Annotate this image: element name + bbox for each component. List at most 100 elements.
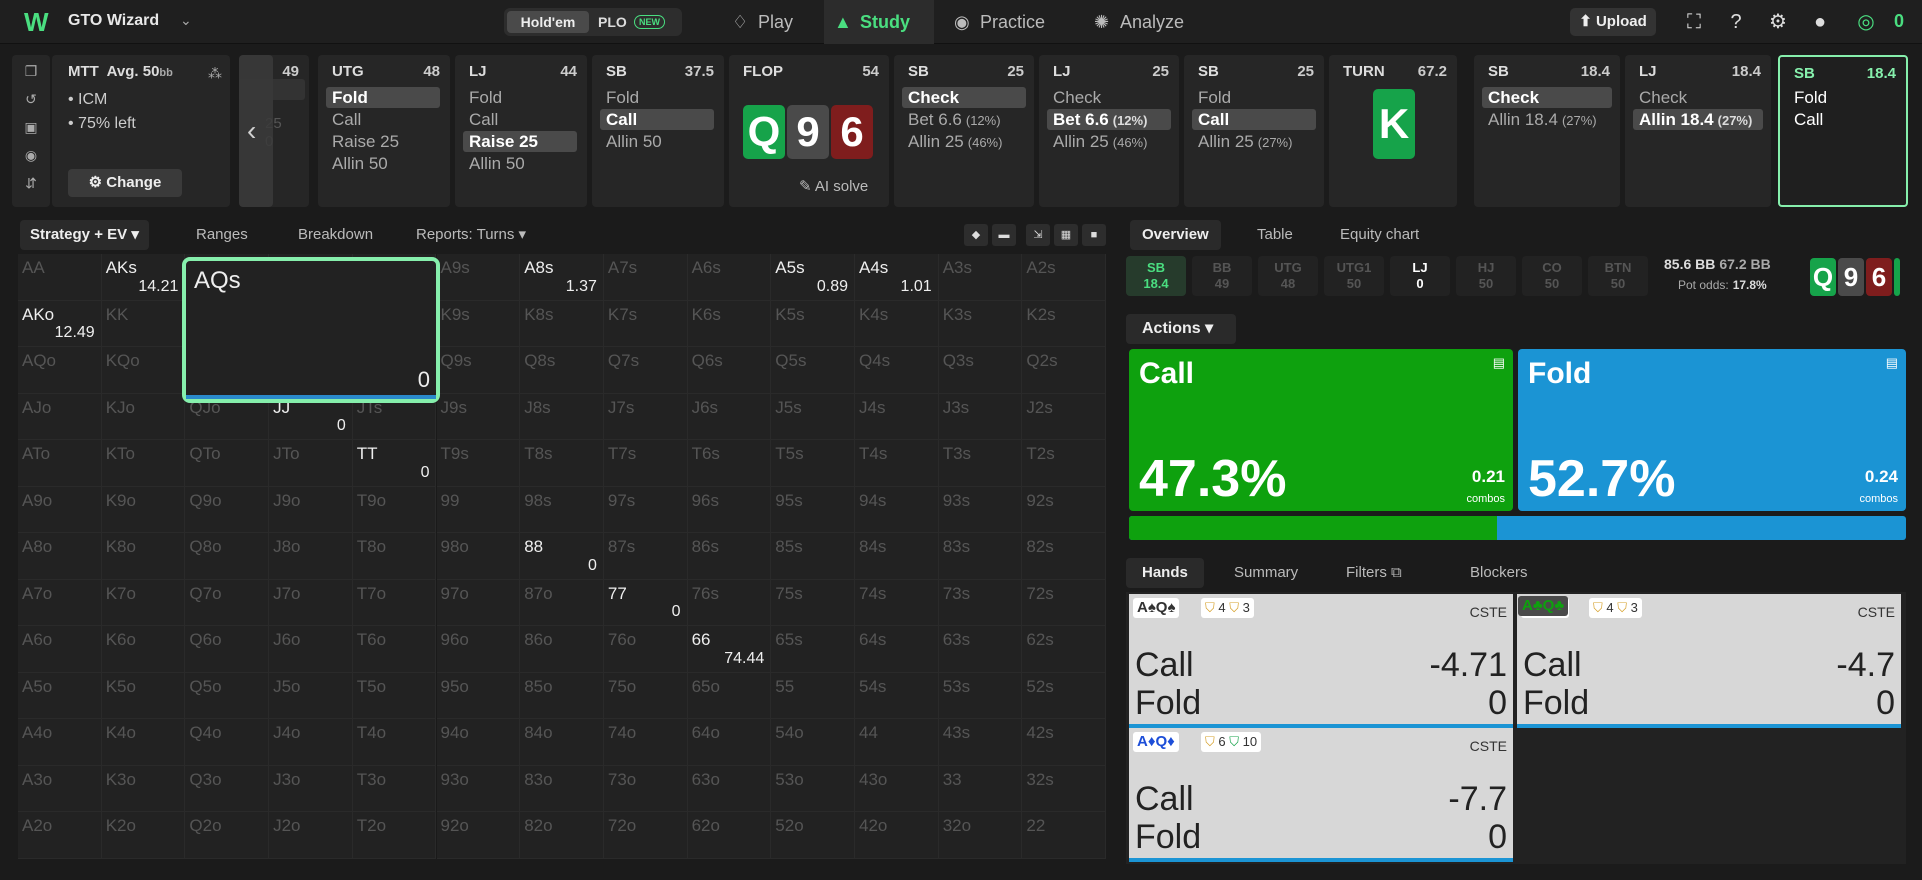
scan-icon[interactable]: ⛶ <box>1682 10 1706 34</box>
line-node-turn[interactable]: TURN 67.2 K <box>1329 55 1457 207</box>
compact-view-icon[interactable]: ⇲ <box>1026 224 1050 246</box>
hand-cell[interactable]: A2s <box>1022 254 1107 301</box>
hand-cell[interactable]: 96s <box>687 486 772 533</box>
hand-cell[interactable]: 43o <box>855 765 939 812</box>
hand-cell[interactable]: AKs 14.21 <box>101 254 186 301</box>
hand-cell[interactable]: J8o <box>269 533 353 580</box>
hand-cell[interactable]: 98o <box>436 533 521 580</box>
hand-cell[interactable]: K4s <box>855 300 939 347</box>
details-icon[interactable]: ▤ <box>1493 355 1505 371</box>
tab-hands[interactable]: Hands <box>1126 558 1204 588</box>
app-title[interactable]: GTO Wizard <box>68 12 159 30</box>
hand-cell[interactable]: K3o <box>101 765 186 812</box>
hand-cell[interactable]: A8o <box>18 533 102 580</box>
action-bet[interactable]: Bet 6.6 (12%) <box>902 109 1001 130</box>
hand-cell[interactable]: T7s <box>603 440 688 487</box>
hand-cell[interactable]: T3s <box>938 440 1023 487</box>
hand-cell[interactable]: T2o <box>352 812 437 859</box>
tab-blockers[interactable]: Blockers <box>1454 558 1544 588</box>
tab-table[interactable]: Table <box>1245 220 1305 250</box>
hand-combo[interactable]: A♣Q♣ <box>1518 596 1569 616</box>
hand-cell[interactable]: 55 <box>771 672 855 719</box>
action-fold[interactable]: Fold <box>326 87 440 108</box>
hand-cell[interactable]: Q4o <box>185 719 270 766</box>
player-seat[interactable]: CO 50 <box>1522 256 1582 296</box>
hand-cell[interactable]: 42s <box>1022 719 1107 766</box>
hand-cell[interactable]: A7o <box>18 579 102 626</box>
hand-cell[interactable]: 65o <box>687 672 772 719</box>
hand-cell[interactable]: 44 <box>855 719 939 766</box>
hand-cell[interactable]: A9o <box>18 486 102 533</box>
hand-cell[interactable]: T6o <box>352 626 437 673</box>
action-check[interactable]: Check <box>1047 87 1101 108</box>
hand-cell[interactable]: 94o <box>436 719 521 766</box>
hand-cell[interactable]: 95s <box>771 486 855 533</box>
details-icon[interactable]: ▤ <box>1886 355 1898 371</box>
hand-cell[interactable]: K8o <box>101 533 186 580</box>
hand-cell[interactable]: K7o <box>101 579 186 626</box>
hand-cell[interactable]: 93s <box>938 486 1023 533</box>
hand-cell[interactable]: J4s <box>855 393 939 440</box>
hand-cell[interactable]: Q6s <box>687 347 772 394</box>
line-node-sb[interactable]: SB 37.5 Fold Call Allin 50 <box>592 55 724 207</box>
hand-cell[interactable]: K9o <box>101 486 186 533</box>
line-node-sb[interactable]: SB 25 Fold Call Allin 25 (27%) <box>1184 55 1324 207</box>
action-allin[interactable]: Allin 50 <box>463 153 525 174</box>
hand-cell[interactable]: A2o <box>18 812 102 859</box>
hand-cell[interactable]: 94s <box>855 486 939 533</box>
hand-cell[interactable]: A5s 0.89 <box>771 254 855 301</box>
action-allin[interactable]: Allin 25 (46%) <box>1047 131 1147 152</box>
action-fold[interactable]: Fold <box>600 87 639 108</box>
player-seat[interactable]: LJ 0 <box>1390 256 1450 296</box>
hand-card[interactable]: A♦Q♦ ⛉ 6 ⛉ 10 CSTE Call -7.7 Fold 0 <box>1129 728 1513 862</box>
hand-cell[interactable]: 82o <box>520 812 604 859</box>
hand-cell[interactable]: 63s <box>938 626 1023 673</box>
hand-cell[interactable]: T5o <box>352 672 437 719</box>
action-call[interactable]: Call <box>326 109 361 130</box>
hand-cell[interactable]: 52o <box>771 812 855 859</box>
toggle-holdem[interactable]: Hold'em <box>507 11 589 33</box>
hand-cell[interactable]: J3s <box>938 393 1023 440</box>
hand-cell[interactable]: KQo <box>101 347 186 394</box>
hand-cell[interactable]: 42o <box>855 812 939 859</box>
hand-cell[interactable]: 75s <box>771 579 855 626</box>
hand-cell[interactable]: J6o <box>269 626 353 673</box>
action-check[interactable]: Check <box>1633 87 1687 108</box>
tab-strategy-ev[interactable]: Strategy + EV ▾ <box>20 220 149 250</box>
action-raise[interactable]: Raise 25 <box>463 131 577 152</box>
hand-cell[interactable]: AQo <box>18 347 102 394</box>
hand-cell[interactable]: A8s 1.37 <box>520 254 604 301</box>
hand-cell[interactable]: KK <box>101 300 186 347</box>
hand-cell[interactable]: K3s <box>938 300 1023 347</box>
player-seat[interactable]: BB 49 <box>1192 256 1252 296</box>
line-node-current[interactable]: SB 18.4 Fold Call <box>1778 55 1908 207</box>
hand-cell[interactable]: 87s <box>603 533 688 580</box>
hand-cell[interactable]: ATo <box>18 440 102 487</box>
action-allin[interactable]: Allin 50 <box>600 131 662 152</box>
line-node-sb[interactable]: SB 25 Check Bet 6.6 (12%) Allin 25 (46%) <box>894 55 1034 207</box>
gto-wizard-logo[interactable]: W <box>24 9 54 35</box>
hand-cell[interactable]: 32o <box>938 812 1023 859</box>
player-seat[interactable]: SB 18.4 <box>1126 256 1186 296</box>
hand-cell[interactable]: Q2o <box>185 812 270 859</box>
single-view-icon[interactable]: ■ <box>1082 224 1106 246</box>
player-seat[interactable]: BTN 50 <box>1588 256 1648 296</box>
ai-solve-button[interactable]: ✎ AI solve <box>799 177 868 195</box>
hand-cell[interactable]: 72o <box>603 812 688 859</box>
hand-cell[interactable]: Q7s <box>603 347 688 394</box>
action-fold[interactable]: Fold <box>1192 87 1231 108</box>
hand-cell-zoom[interactable]: AQs 0 <box>182 257 440 403</box>
hand-cell[interactable]: 64o <box>687 719 772 766</box>
hand-cell[interactable]: 83o <box>520 765 604 812</box>
hand-cell[interactable]: J8s <box>520 393 604 440</box>
hand-cell[interactable]: 99 <box>436 486 521 533</box>
cube-view-icon[interactable]: ◆ <box>964 224 988 246</box>
action-fold[interactable]: Fold <box>1788 87 1827 108</box>
hand-cell[interactable]: T2s <box>1022 440 1107 487</box>
hand-cell[interactable]: KJo <box>101 393 186 440</box>
hand-cell[interactable]: 92o <box>436 812 521 859</box>
hand-cell[interactable]: Q3s <box>938 347 1023 394</box>
hand-cell[interactable]: A7s <box>603 254 688 301</box>
hand-cell[interactable]: J9s <box>436 393 521 440</box>
action-call[interactable]: Call <box>1192 109 1316 130</box>
